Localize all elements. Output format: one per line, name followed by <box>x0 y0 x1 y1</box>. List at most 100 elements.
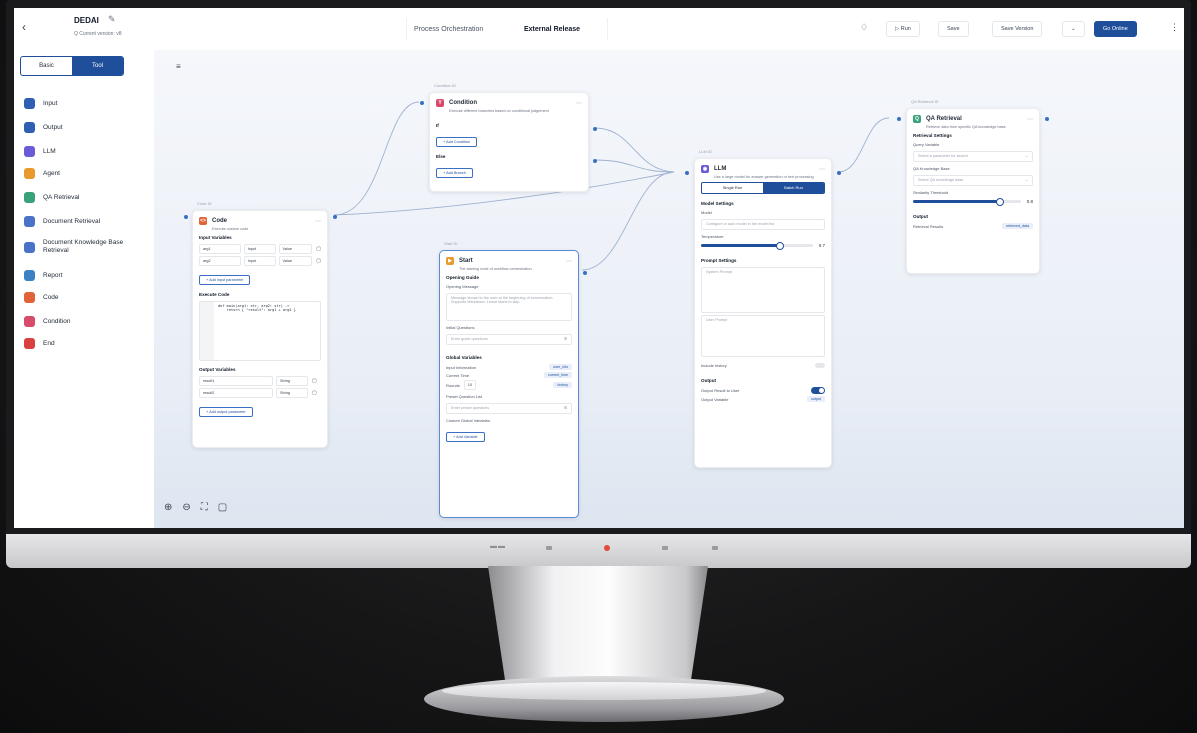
temperature-slider[interactable] <box>701 242 813 250</box>
output-port[interactable] <box>583 271 587 275</box>
field-label: Initial Questions <box>446 325 475 330</box>
code-editor[interactable]: def main(arg1: str, arg2: str) -> return… <box>199 301 321 361</box>
sidebar-item-llm[interactable]: LLM <box>24 144 56 158</box>
top-bar: ‹ DEDAI ✎ Q Current version: v8 Process … <box>14 8 1184 51</box>
node-id: Code ID <box>197 201 212 206</box>
chevron-down-icon[interactable]: ⌄ <box>1062 21 1085 37</box>
more-icon[interactable]: ⋯ <box>819 166 825 173</box>
batch-run-tab[interactable]: Batch Run <box>763 183 824 193</box>
code-node[interactable]: Code ID <> Code ⋯ Execute custom code Inpu… <box>184 201 337 448</box>
placeholder: Enter guide questions <box>451 337 488 341</box>
save-version-button[interactable]: Save Version <box>992 21 1043 37</box>
preset-questions-input[interactable]: Enter preset questions ⊞ <box>446 403 572 414</box>
input-port[interactable] <box>897 117 901 121</box>
workflow-canvas[interactable]: Code ID <> Code ⋯ Execute custom code Inpu… <box>154 50 1184 528</box>
rounds-input[interactable]: 10 <box>463 380 477 390</box>
save-button[interactable]: Save <box>938 21 969 37</box>
tab-basic[interactable]: Basic <box>21 57 72 75</box>
qa-retrieval-node[interactable]: QA Retrieval ID Q QA Retrieval ⋯ Retrieve … <box>897 99 1049 274</box>
add-output-button[interactable]: + Add output parameter <box>199 407 253 417</box>
bell-icon[interactable]: ♢ <box>860 22 868 33</box>
more-icon[interactable]: ⋯ <box>1027 116 1033 123</box>
query-variable-select[interactable]: Select a parameter for search ⌄ <box>913 151 1033 162</box>
variable-type[interactable]: Input <box>243 256 276 266</box>
fit-view-icon[interactable]: ⛶ <box>201 502 208 513</box>
add-icon[interactable]: ⊞ <box>564 335 567 344</box>
run-mode-toggle: Single Run Batch Run <box>701 182 825 194</box>
variable-type[interactable]: String <box>276 388 308 398</box>
code-text[interactable]: def main(arg1: str, arg2: str) -> return… <box>218 304 296 358</box>
more-icon[interactable]: ⋯ <box>566 258 572 265</box>
add-variable-button[interactable]: + Add Variable <box>446 432 485 442</box>
zoom-out-icon[interactable]: ⊖ <box>182 502 190 513</box>
go-online-button[interactable]: Go Online <box>1094 21 1137 37</box>
minimap-icon[interactable]: ▢ <box>218 502 227 513</box>
else-port[interactable] <box>593 159 597 163</box>
sidebar-item-input[interactable]: Input <box>24 96 57 110</box>
variable-name[interactable]: arg1 <box>199 244 241 254</box>
input-variable-row: arg2 Input Value ▢ <box>199 256 321 266</box>
tab-process-orchestration[interactable]: Process Orchestration <box>414 26 483 33</box>
trash-icon[interactable]: ▢ <box>316 258 321 264</box>
edit-icon[interactable]: ✎ <box>108 14 116 25</box>
output-port[interactable] <box>1045 117 1049 121</box>
variable-value[interactable]: Value <box>278 256 313 266</box>
more-vertical-icon[interactable]: ⋮ <box>1170 22 1179 33</box>
trash-icon[interactable]: ▢ <box>312 378 317 384</box>
variable-tag: history <box>553 382 572 388</box>
chevron-down-icon: ⌄ <box>1024 178 1028 182</box>
add-condition-button[interactable]: + Add Condition <box>436 137 477 147</box>
variable-type[interactable]: String <box>276 376 308 386</box>
monitor-button <box>712 546 718 550</box>
input-port[interactable] <box>184 215 188 219</box>
chevron-left-icon[interactable]: ‹ <box>22 20 26 34</box>
opening-message-input[interactable]: Message shown to the user at the beginni… <box>446 293 572 321</box>
more-icon[interactable]: ⋯ <box>576 100 582 107</box>
llm-node[interactable]: LLM ID ◉ LLM ⋯ Use a large model for answe… <box>685 149 841 468</box>
variable-name[interactable]: arg2 <box>199 256 241 266</box>
sidebar-item-end[interactable]: End <box>24 336 55 350</box>
more-icon[interactable]: ⋯ <box>315 218 321 225</box>
run-button[interactable]: ▷ Run <box>886 21 920 37</box>
model-select[interactable]: Configure or auto model in the model lis… <box>701 219 825 230</box>
input-port[interactable] <box>685 171 689 175</box>
initial-questions-input[interactable]: Enter guide questions ⊞ <box>446 334 572 345</box>
history-toggle[interactable] <box>815 363 825 368</box>
single-run-tab[interactable]: Single Run <box>702 183 763 193</box>
knowledge-base-select[interactable]: Select QA knowledge base ⌄ <box>913 175 1033 186</box>
variable-name[interactable]: result1 <box>199 376 273 386</box>
variable-type[interactable]: Input <box>243 244 276 254</box>
sidebar-item-document-knowledge-base-retrieval[interactable]: Document Knowledge Base Retrieval <box>24 238 135 256</box>
system-prompt-input[interactable]: System Prompt <box>701 267 825 313</box>
output-toggle[interactable] <box>811 387 825 394</box>
sidebar-item-label: QA Retrieval <box>43 193 80 201</box>
sidebar-item-agent[interactable]: Agent <box>24 166 60 180</box>
sidebar-item-condition[interactable]: Condition <box>24 314 70 328</box>
input-port[interactable] <box>420 101 424 105</box>
section-title: Prompt Settings <box>701 258 737 263</box>
trash-icon[interactable]: ▢ <box>312 390 317 396</box>
sidebar-item-qa-retrieval[interactable]: QA Retrieval <box>24 190 80 204</box>
start-node[interactable]: Start ID ▶ Start ⋯ The starting node of wo… <box>439 241 587 518</box>
variable-name[interactable]: result2 <box>199 388 273 398</box>
sidebar-item-output[interactable]: Output <box>24 120 63 134</box>
if-port[interactable] <box>593 127 597 131</box>
add-input-button[interactable]: + Add input parameter <box>199 275 251 285</box>
similarity-slider[interactable] <box>913 198 1021 206</box>
add-icon[interactable]: ⊞ <box>564 404 567 413</box>
output-port[interactable] <box>333 215 337 219</box>
field-label: Include history <box>701 363 727 368</box>
output-port[interactable] <box>837 171 841 175</box>
sidebar-item-report[interactable]: Report <box>24 268 63 282</box>
add-branch-button[interactable]: + Add Branch <box>436 168 473 178</box>
sidebar-item-document-retrieval[interactable]: Document Retrieval <box>24 214 100 228</box>
trash-icon[interactable]: ▢ <box>316 246 321 252</box>
variable-value[interactable]: Value <box>278 244 313 254</box>
layout-icon[interactable]: ≡ <box>176 62 181 71</box>
user-prompt-input[interactable]: User Prompt <box>701 315 825 357</box>
tab-tool[interactable]: Tool <box>72 57 123 75</box>
sidebar-item-code[interactable]: Code <box>24 290 59 304</box>
condition-node[interactable]: Condition ID Y Condition ⋯ Execute differe… <box>420 83 597 192</box>
tab-external-release[interactable]: External Release <box>524 26 580 33</box>
zoom-in-icon[interactable]: ⊕ <box>164 502 172 513</box>
